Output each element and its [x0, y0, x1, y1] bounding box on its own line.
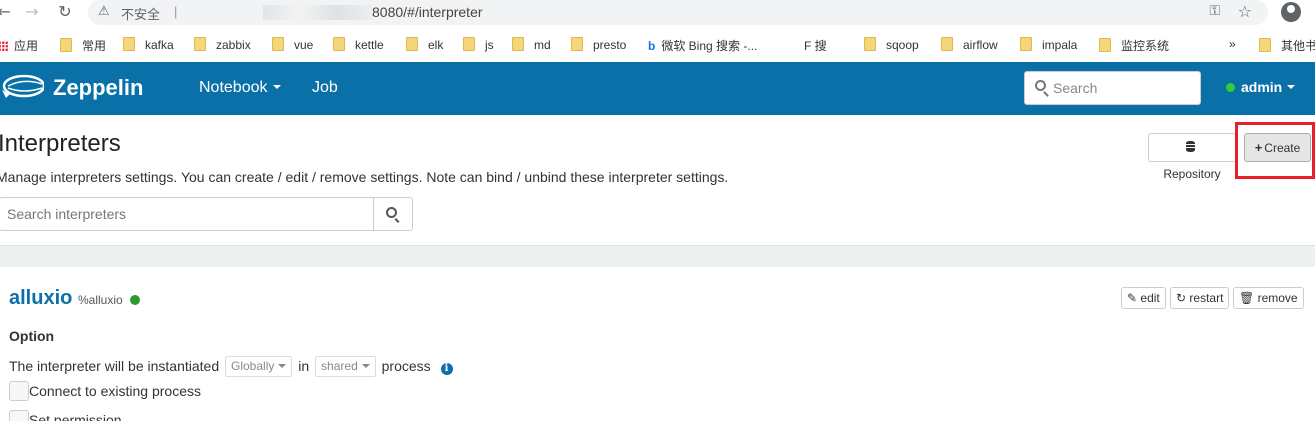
option-label: Option [9, 328, 55, 344]
folder-icon [463, 37, 475, 51]
folder-icon [194, 37, 206, 51]
profile-icon[interactable] [1281, 2, 1301, 22]
caret-down-icon [272, 85, 281, 89]
bookmark-apps[interactable]: 应用 [0, 37, 38, 54]
bookmark-item[interactable]: impala [1020, 37, 1077, 52]
set-permission-label: Set permission [29, 412, 122, 421]
browser-toolbar: ← → ↻ ⚠ 不安全 | 8080/#/interpreter ⚿ ☆ [0, 0, 1315, 26]
bookmark-item[interactable]: js [463, 37, 494, 52]
search-icon [1035, 80, 1046, 91]
folder-icon [571, 37, 583, 51]
apps-icon [0, 41, 8, 51]
bing-icon: b [648, 39, 656, 53]
in-text: in [298, 358, 310, 374]
folder-icon [1020, 37, 1032, 51]
brand-name[interactable]: Zeppelin [53, 75, 143, 101]
forward-icon[interactable]: → [22, 2, 42, 22]
bookmark-item[interactable]: 常用 [60, 37, 106, 54]
interpreter-search-input[interactable] [7, 205, 367, 223]
folder-icon [941, 37, 953, 51]
warning-icon: ⚠ [98, 4, 110, 19]
edit-button[interactable]: ✎ edit [1121, 287, 1166, 309]
caret-down-icon [278, 364, 287, 368]
set-permission-row: Set permission [9, 410, 122, 421]
interpreter-name: alluxio [9, 287, 73, 309]
folder-icon [333, 37, 345, 51]
bookmark-item[interactable]: presto [571, 37, 626, 52]
bookmark-item[interactable]: vue [272, 37, 313, 52]
bookmark-item[interactable]: zabbix [194, 37, 251, 52]
process-text: process [381, 358, 431, 374]
bookmarks-overflow[interactable]: » [1229, 37, 1236, 51]
search-icon [386, 207, 397, 218]
job-link[interactable]: Job [312, 79, 338, 97]
address-bar[interactable]: ⚠ 不安全 | 8080/#/interpreter ⚿ ☆ [88, 0, 1268, 25]
trash-icon: 🗑 [1239, 291, 1255, 305]
key-icon[interactable]: ⚿ [1209, 3, 1220, 19]
bookmark-item[interactable]: 监控系统 [1099, 37, 1169, 54]
folder-icon [60, 38, 72, 52]
bookmark-item[interactable]: b 微软 Bing 搜索 -... [648, 37, 757, 54]
folder-icon [512, 37, 524, 51]
reload-icon[interactable]: ↻ [55, 2, 75, 22]
interpreter-tag: %alluxio [78, 293, 123, 307]
interpreter-search [0, 197, 374, 231]
bookmark-item[interactable]: kafka [123, 37, 174, 52]
highlight-box [1235, 122, 1315, 179]
connect-existing-label: Connect to existing process [29, 383, 201, 399]
scope-dropdown[interactable]: Globally [225, 356, 293, 377]
caret-down-icon [361, 364, 370, 368]
online-status-icon [1226, 83, 1235, 92]
folder-icon [1099, 38, 1111, 52]
folder-icon [123, 37, 135, 51]
navbar-search[interactable] [1024, 71, 1201, 105]
set-permission-checkbox[interactable] [9, 410, 29, 421]
redacted-host [263, 5, 373, 20]
navbar-search-input[interactable] [1053, 78, 1193, 98]
zeppelin-logo-icon[interactable] [0, 72, 44, 104]
security-label: 不安全 [121, 7, 161, 22]
remove-button[interactable]: 🗑 remove [1233, 287, 1304, 309]
separator: | [174, 4, 178, 19]
bookmark-item[interactable]: kettle [333, 37, 384, 52]
star-icon[interactable]: ☆ [1238, 2, 1252, 21]
interpreter-status-icon [130, 295, 140, 305]
instantiated-text: The interpreter will be instantiated [9, 358, 220, 374]
connect-existing-checkbox[interactable] [9, 381, 29, 401]
refresh-icon: ↻ [1176, 291, 1187, 305]
page-title: Interpreters [0, 130, 121, 157]
page-description: Manage interpreters settings. You can cr… [0, 169, 729, 185]
bookmark-item[interactable]: F 搜 [804, 37, 827, 54]
section-divider [0, 245, 1315, 267]
folder-icon [1259, 38, 1271, 52]
instantiation-row: The interpreter will be instantiated Glo… [9, 356, 453, 377]
bookmark-item[interactable]: sqoop [864, 37, 919, 52]
repository-button[interactable]: Repository [1148, 133, 1236, 181]
interpreter-search-button[interactable] [373, 197, 413, 231]
connect-existing-row: Connect to existing process [9, 381, 201, 401]
bookmark-item[interactable]: md [512, 37, 551, 52]
pencil-icon: ✎ [1127, 291, 1138, 305]
mode-dropdown[interactable]: shared [315, 356, 376, 377]
bookmark-item[interactable]: 其他书 [1259, 37, 1315, 54]
info-icon[interactable]: i [440, 363, 453, 375]
restart-button[interactable]: ↻ restart [1170, 287, 1230, 309]
back-icon[interactable]: ← [0, 2, 14, 22]
bookmarks-bar: 应用 常用 kafka zabbix vue kettle elk js md … [0, 30, 1315, 60]
folder-icon [272, 37, 284, 51]
database-icon [1185, 141, 1195, 152]
caret-down-icon [1287, 85, 1296, 89]
folder-icon [406, 37, 418, 51]
bookmark-item[interactable]: elk [406, 37, 443, 52]
bookmark-item[interactable]: airflow [941, 37, 998, 52]
notebook-menu[interactable]: Notebook [199, 79, 281, 97]
folder-icon [864, 37, 876, 51]
url-text: 8080/#/interpreter [372, 4, 483, 20]
zeppelin-navbar: Zeppelin Notebook Job admin [0, 62, 1315, 115]
user-menu[interactable]: admin [1226, 79, 1296, 95]
